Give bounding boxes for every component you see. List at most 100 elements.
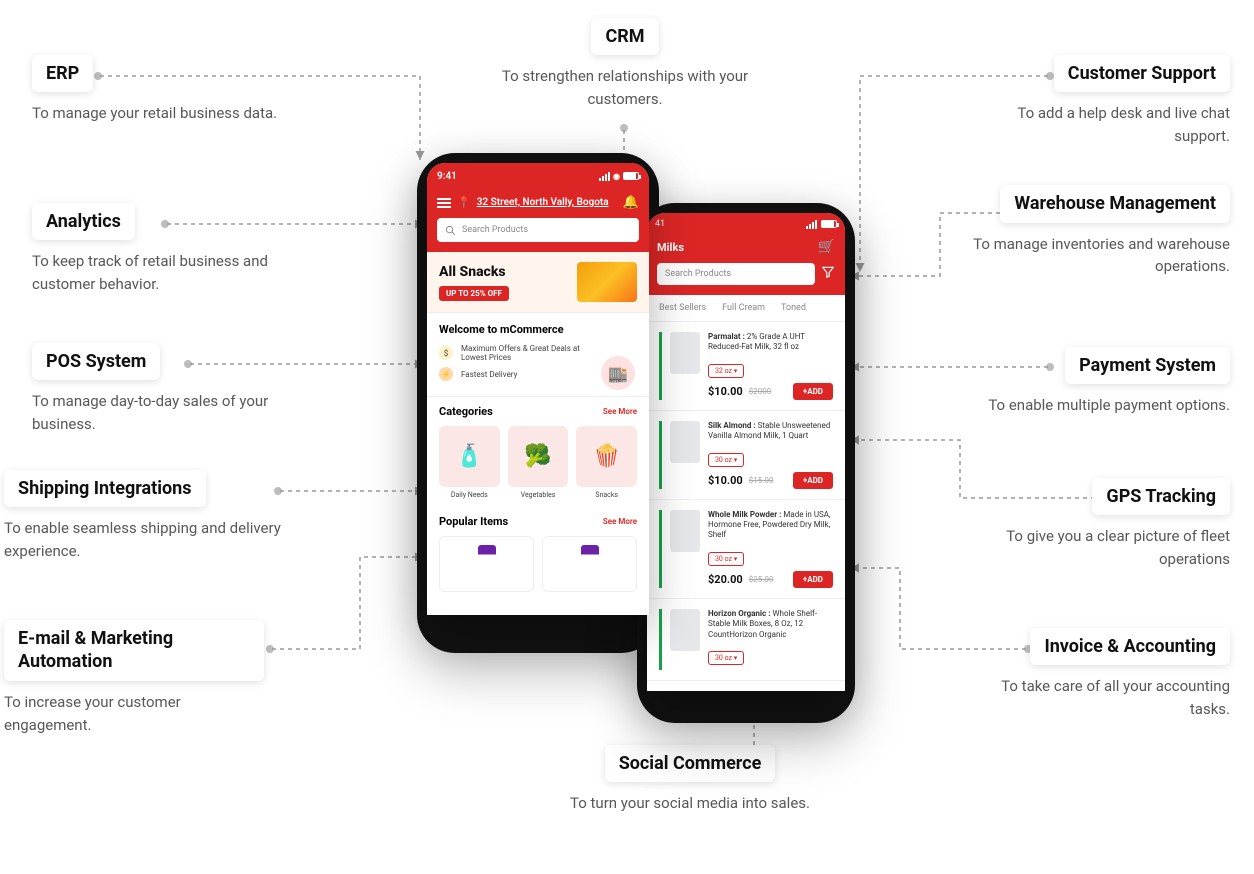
see-more-link[interactable]: See More xyxy=(603,517,637,526)
popular-title: Popular Items xyxy=(439,515,508,528)
cart-icon[interactable]: 🛒 xyxy=(818,239,835,255)
feature-social: Social Commerce To turn your social medi… xyxy=(560,745,820,815)
search-input[interactable]: Search Products xyxy=(437,218,639,242)
phone2-searchbar: Search Products xyxy=(647,263,845,295)
popular-item[interactable] xyxy=(439,536,534,592)
product-list: Parmalat : 2% Grade A UHT Reduced-Fat Mi… xyxy=(647,322,845,691)
feature-erp: ERP To manage your retail business data. xyxy=(32,55,277,125)
feature-email: E-mail & Marketing Automation To increas… xyxy=(4,620,264,736)
status-icons: ◉ xyxy=(599,172,639,181)
feature-title: CRM xyxy=(591,18,658,55)
tab-full-cream[interactable]: Full Cream xyxy=(722,303,765,313)
product-row[interactable]: Whole Milk Powder : Made in USA, Hormone… xyxy=(647,500,845,599)
product-size[interactable]: 32 oz ▾ xyxy=(708,364,744,378)
search-input[interactable]: Search Products xyxy=(657,263,815,285)
add-button[interactable]: +ADD xyxy=(793,571,833,588)
feature-title: Customer Support xyxy=(1054,55,1230,92)
phone2-time: 41 xyxy=(655,219,665,229)
search-placeholder: Search Products xyxy=(665,269,731,279)
product-size[interactable]: 30 oz ▾ xyxy=(708,651,744,665)
product-price: $20.00 xyxy=(708,573,743,586)
product-thumb xyxy=(670,609,700,651)
menu-icon[interactable] xyxy=(437,196,451,210)
feature-title: GPS Tracking xyxy=(1092,478,1230,515)
product-row[interactable]: Silk Almond : Stable Unsweetened Vanilla… xyxy=(647,411,845,500)
popular-section: Popular Items See More xyxy=(427,507,649,600)
feature-title: Invoice & Accounting xyxy=(1030,628,1230,665)
offers-icon: $ xyxy=(439,346,453,360)
product-old-price: $25.00 xyxy=(749,575,774,584)
feature-title: E-mail & Marketing Automation xyxy=(4,620,264,681)
categories-title: Categories xyxy=(439,405,493,418)
product-thumb xyxy=(670,421,700,463)
feature-pos: POS System To manage day-to-day sales of… xyxy=(32,343,292,435)
categories-section: Categories See More 🧴 Daily Needs 🥦 Vege… xyxy=(427,397,649,507)
feature-title: Shipping Integrations xyxy=(4,470,206,507)
phone2-title: Milks xyxy=(657,241,684,254)
feature-title: Analytics xyxy=(32,203,135,240)
feature-desc: To keep track of retail business and cus… xyxy=(32,250,292,295)
add-button[interactable]: +ADD xyxy=(793,383,833,400)
feature-desc: To add a help desk and live chat support… xyxy=(970,102,1230,147)
feature-desc: To give you a clear picture of fleet ope… xyxy=(970,525,1230,570)
product-image xyxy=(581,545,599,583)
feature-desc: To strengthen relationships with your cu… xyxy=(495,65,755,110)
feature-shipping: Shipping Integrations To enable seamless… xyxy=(4,470,304,562)
welcome-section: Welcome to mCommerce $ Maximum Offers & … xyxy=(427,313,649,397)
phone1-time: 9:41 xyxy=(437,171,457,182)
feature-analytics: Analytics To keep track of retail busine… xyxy=(32,203,292,295)
feature-desc: To enable seamless shipping and delivery… xyxy=(4,517,304,562)
welcome-line2: Fastest Delivery xyxy=(461,370,517,379)
feature-desc: To take care of all your accounting task… xyxy=(970,675,1230,720)
filter-icon[interactable] xyxy=(821,265,835,283)
category-label: Daily Needs xyxy=(439,491,500,499)
category-daily-needs[interactable]: 🧴 Daily Needs xyxy=(439,426,500,499)
phone2-statusbar: 41 xyxy=(647,213,845,235)
product-name: Horizon Organic : Whole Shelf-Stable Mil… xyxy=(708,609,833,640)
category-label: Snacks xyxy=(576,491,637,499)
see-more-link[interactable]: See More xyxy=(603,407,637,416)
feature-desc: To enable multiple payment options. xyxy=(988,394,1230,417)
feature-title: Payment System xyxy=(1065,347,1230,384)
phone2-screen: 41 Milks 🛒 Search Products Best Sellers … xyxy=(647,213,845,691)
promo-banner[interactable]: All Snacks UP TO 25% OFF xyxy=(427,252,649,313)
category-snacks[interactable]: 🍿 Snacks xyxy=(576,426,637,499)
add-button[interactable]: +ADD xyxy=(793,472,833,489)
product-size[interactable]: 30 oz ▾ xyxy=(708,552,744,566)
feature-title: POS System xyxy=(32,343,160,380)
feature-desc: To turn your social media into sales. xyxy=(560,792,820,815)
signal-icon xyxy=(599,172,610,181)
feature-invoice: Invoice & Accounting To take care of all… xyxy=(970,628,1230,720)
signal-icon xyxy=(806,220,817,229)
product-name: Silk Almond : Stable Unsweetened Vanilla… xyxy=(708,421,833,442)
product-row[interactable]: Parmalat : 2% Grade A UHT Reduced-Fat Mi… xyxy=(647,322,845,411)
feature-desc: To manage day-to-day sales of your busin… xyxy=(32,390,292,435)
product-image xyxy=(478,545,496,583)
welcome-title: Welcome to mCommerce xyxy=(439,323,637,336)
popular-item[interactable] xyxy=(542,536,637,592)
feature-support: Customer Support To add a help desk and … xyxy=(970,55,1230,147)
tab-best-sellers[interactable]: Best Sellers xyxy=(659,303,706,313)
product-old-price: $2000 xyxy=(749,387,771,396)
product-old-price: $15.00 xyxy=(749,476,774,485)
product-size[interactable]: 30 oz ▾ xyxy=(708,453,744,467)
category-image: 🍿 xyxy=(576,426,637,487)
phone2-header: Milks 🛒 xyxy=(647,235,845,263)
category-vegetables[interactable]: 🥦 Vegetables xyxy=(508,426,569,499)
feature-desc: To manage inventories and warehouse oper… xyxy=(970,233,1230,278)
product-thumb xyxy=(670,510,700,552)
banner-offer-badge: UP TO 25% OFF xyxy=(439,286,509,301)
feature-warehouse: Warehouse Management To manage inventori… xyxy=(970,185,1230,278)
location-pin-icon: 📍 xyxy=(457,196,471,209)
feature-desc: To manage your retail business data. xyxy=(32,102,277,125)
phone2-tabs: Best Sellers Full Cream Toned xyxy=(647,295,845,322)
address-text[interactable]: 32 Street, North Vally, Bogota xyxy=(477,197,617,208)
bell-icon[interactable]: 🔔 xyxy=(623,195,639,210)
product-row[interactable]: Horizon Organic : Whole Shelf-Stable Mil… xyxy=(647,599,845,681)
shop-icon: 🏬 xyxy=(601,356,635,390)
category-image: 🧴 xyxy=(439,426,500,487)
tab-toned[interactable]: Toned xyxy=(781,303,806,313)
product-stripe xyxy=(659,510,662,588)
phone1-header: 📍 32 Street, North Vally, Bogota 🔔 Searc… xyxy=(427,189,649,252)
product-price: $10.00 xyxy=(708,385,743,398)
